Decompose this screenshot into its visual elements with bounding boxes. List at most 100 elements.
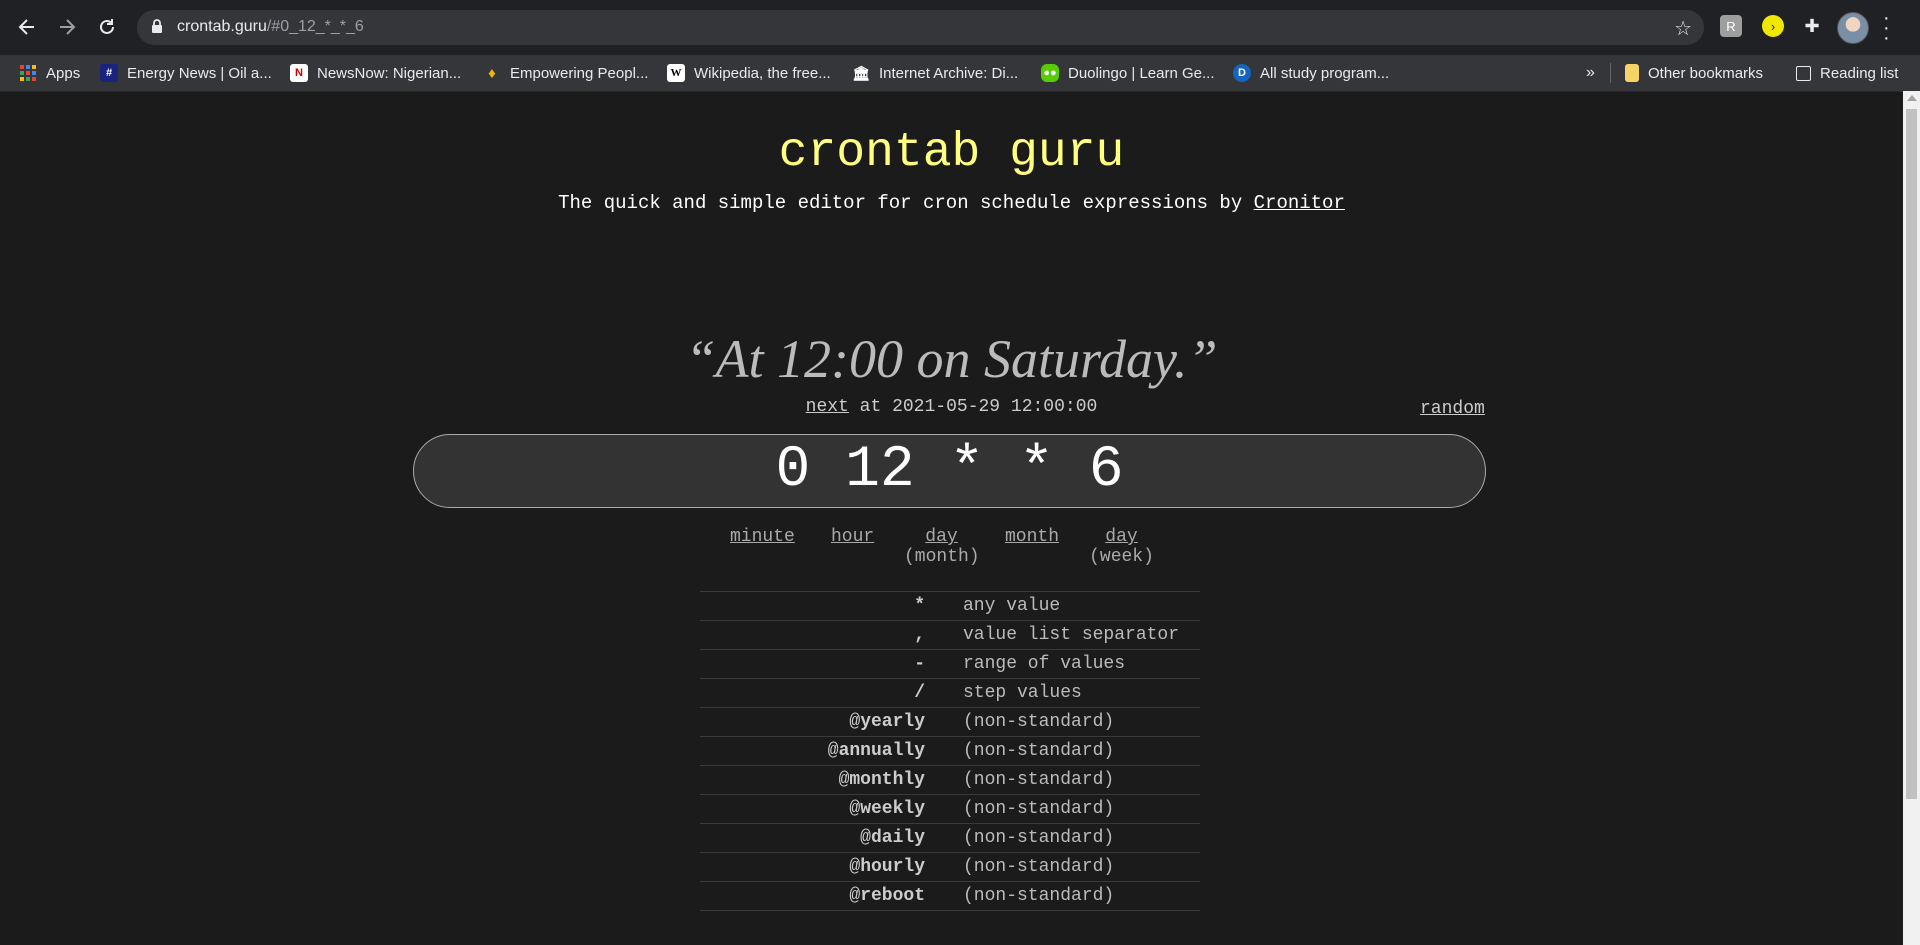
legend-keyword: yearly bbox=[860, 712, 925, 732]
part-label: day bbox=[925, 527, 958, 547]
legend-symbol: @daily bbox=[700, 828, 925, 848]
legend-row: @weekly (non-standard) bbox=[700, 795, 1200, 824]
legend-keyword: hourly bbox=[860, 857, 925, 877]
legend-description: (non-standard) bbox=[963, 886, 1115, 906]
scroll-thumb[interactable] bbox=[1906, 109, 1917, 799]
reading-list[interactable]: Reading list bbox=[1796, 55, 1898, 91]
legend-at: @ bbox=[838, 770, 850, 790]
archive-icon: 🏛 bbox=[852, 64, 870, 81]
legend-keyword: annually bbox=[838, 741, 925, 761]
newsnow-icon: N bbox=[290, 64, 308, 82]
legend-row: - range of values bbox=[700, 650, 1200, 679]
avatar[interactable] bbox=[1837, 12, 1869, 44]
bookmark-star-icon[interactable]: ☆ bbox=[1674, 16, 1692, 41]
legend-keyword: , bbox=[914, 625, 925, 645]
reload-icon[interactable] bbox=[91, 11, 123, 43]
bookmark-label: NewsNow: Nigerian... bbox=[317, 64, 462, 82]
legend-at: @ bbox=[827, 741, 839, 761]
bookmark-energy-news[interactable]: # Energy News | Oil a... bbox=[100, 55, 272, 91]
legend-row: @yearly (non-standard) bbox=[700, 708, 1200, 737]
legend-row: , value list separator bbox=[700, 621, 1200, 650]
legend-symbol: / bbox=[700, 683, 925, 703]
legend-keyword: / bbox=[914, 683, 925, 703]
part-day-week[interactable]: day (week) bbox=[1089, 527, 1154, 567]
address-bar[interactable]: crontab.guru/#0_12_*_*_6 ☆ bbox=[137, 10, 1704, 45]
part-label: hour bbox=[831, 527, 875, 547]
legend-keyword: monthly bbox=[849, 770, 925, 790]
cron-expression-input[interactable]: 0 12 * * 6 bbox=[413, 434, 1486, 508]
bookmark-study-programs[interactable]: D All study program... bbox=[1233, 55, 1389, 91]
bookmark-label: Internet Archive: Di... bbox=[879, 64, 1019, 82]
bookmark-newsnow[interactable]: N NewsNow: Nigerian... bbox=[290, 55, 461, 91]
legend-keyword: weekly bbox=[860, 799, 925, 819]
legend-symbol: @reboot bbox=[700, 886, 925, 906]
legend-keyword: * bbox=[914, 596, 925, 616]
bookmark-wikipedia[interactable]: W Wikipedia, the free... bbox=[667, 55, 831, 91]
legend-at: @ bbox=[849, 799, 861, 819]
legend-symbol: @weekly bbox=[700, 799, 925, 819]
extension-yellow-icon[interactable]: › bbox=[1762, 15, 1784, 37]
legend-keyword: reboot bbox=[860, 886, 925, 906]
legend-symbol: - bbox=[700, 654, 925, 674]
legend-description: (non-standard) bbox=[963, 741, 1115, 761]
other-bookmarks-label: Other bookmarks bbox=[1648, 64, 1764, 82]
other-bookmarks[interactable]: Other bookmarks bbox=[1625, 55, 1763, 91]
legend-description: any value bbox=[963, 596, 1061, 616]
legend-description: (non-standard) bbox=[963, 857, 1115, 877]
bookmark-empowering[interactable]: ♦ Empowering Peopl... bbox=[483, 55, 648, 91]
legend-row: / step values bbox=[700, 679, 1200, 708]
bookmark-label: Apps bbox=[46, 64, 81, 82]
cronitor-link[interactable]: Cronitor bbox=[1254, 192, 1345, 214]
legend-row: @monthly (non-standard) bbox=[700, 766, 1200, 795]
forward-arrow-icon[interactable] bbox=[51, 11, 83, 43]
legend-symbol: @annually bbox=[700, 741, 925, 761]
legend-at: @ bbox=[849, 857, 861, 877]
page-subtitle: The quick and simple editor for cron sch… bbox=[0, 192, 1903, 214]
wikipedia-icon: W bbox=[667, 64, 685, 82]
bookmark-apps[interactable]: Apps bbox=[19, 55, 80, 91]
apps-grid-icon bbox=[19, 64, 37, 82]
page-content: crontab guru The quick and simple editor… bbox=[0, 91, 1903, 945]
legend-description: range of values bbox=[963, 654, 1126, 674]
scroll-up-arrow-icon[interactable] bbox=[1907, 95, 1917, 101]
legend-description: (non-standard) bbox=[963, 828, 1115, 848]
random-link[interactable]: random bbox=[1420, 399, 1485, 419]
vertical-scrollbar[interactable] bbox=[1903, 91, 1920, 945]
part-hour[interactable]: hour bbox=[831, 527, 874, 547]
bookmark-duolingo[interactable]: ●● Duolingo | Learn Ge... bbox=[1041, 55, 1214, 91]
legend-symbol: @hourly bbox=[700, 857, 925, 877]
url-text[interactable]: crontab.guru/#0_12_*_*_6 bbox=[177, 18, 364, 36]
syntax-legend: * any value , value list separator - range … bbox=[700, 591, 1200, 911]
legend-at: @ bbox=[849, 886, 861, 906]
page-title: crontab guru bbox=[778, 126, 1125, 180]
back-arrow-icon[interactable] bbox=[11, 11, 43, 43]
extensions-puzzle-icon[interactable]: ✚ bbox=[1801, 15, 1823, 37]
part-minute[interactable]: minute bbox=[730, 527, 795, 547]
legend-row: * any value bbox=[700, 592, 1200, 621]
legend-keyword: - bbox=[914, 654, 925, 674]
next-run-text: at 2021-05-29 12:00:00 bbox=[848, 397, 1098, 417]
lock-icon[interactable] bbox=[151, 19, 163, 39]
bookmark-internet-archive[interactable]: 🏛 Internet Archive: Di... bbox=[852, 55, 1018, 91]
part-sublabel: (week) bbox=[1089, 547, 1154, 567]
part-day-month[interactable]: day (month) bbox=[904, 527, 980, 567]
d-icon: D bbox=[1233, 64, 1251, 82]
part-month[interactable]: month bbox=[1005, 527, 1059, 547]
part-label: minute bbox=[730, 527, 795, 547]
extension-r-icon[interactable]: R bbox=[1720, 15, 1742, 37]
energy-news-icon: # bbox=[100, 64, 118, 82]
bookmark-label: Energy News | Oil a... bbox=[127, 64, 272, 82]
subtitle-text: The quick and simple editor for cron sch… bbox=[558, 192, 1254, 214]
url-host: crontab.guru bbox=[177, 18, 267, 35]
legend-description: (non-standard) bbox=[963, 799, 1115, 819]
legend-description: value list separator bbox=[963, 625, 1180, 645]
menu-dots-icon[interactable]: · · · bbox=[1883, 8, 1890, 48]
bookmarks-separator bbox=[1610, 63, 1611, 83]
human-readable-schedule: “At 12:00 on Saturday.” bbox=[685, 329, 1218, 389]
bookmarks-overflow-button[interactable]: » bbox=[1586, 55, 1595, 91]
next-link[interactable]: next bbox=[806, 397, 849, 417]
folder-icon bbox=[1625, 64, 1639, 82]
browser-toolbar: crontab.guru/#0_12_*_*_6 ☆ R › ✚ · · · bbox=[0, 0, 1920, 55]
legend-description: step values bbox=[963, 683, 1082, 703]
legend-row: @reboot (non-standard) bbox=[700, 882, 1200, 911]
